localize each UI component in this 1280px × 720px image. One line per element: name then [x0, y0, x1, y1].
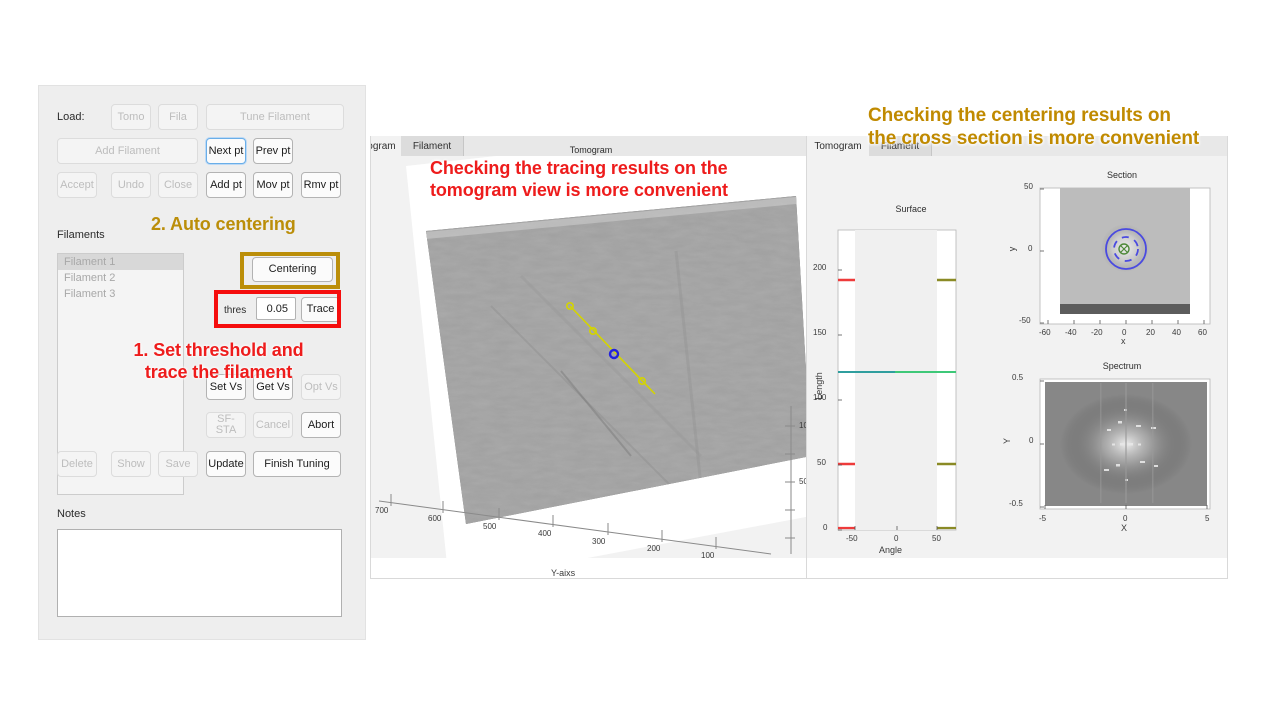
list-item[interactable]: Filament 1	[58, 254, 183, 270]
annotation-step2: 2. Auto centering	[151, 214, 296, 234]
surface-ytick: 150	[813, 328, 827, 337]
section-ytick: -50	[1019, 316, 1031, 325]
surface-xtick: 50	[932, 534, 941, 543]
highlight-box-trace	[214, 290, 341, 328]
tomogram-xtick: 600	[428, 514, 442, 523]
tomogram-xtick: 700	[375, 506, 389, 515]
tomogram-xtick: 200	[647, 544, 661, 553]
spectrum-ytick: -0.5	[1009, 499, 1023, 508]
close-button[interactable]: Close	[158, 172, 198, 198]
spectrum-xtick: -5	[1039, 514, 1047, 523]
surface-ytick: 50	[817, 458, 826, 467]
spectrum-ytick: 0	[1029, 436, 1034, 445]
section-image-footer	[1060, 304, 1190, 314]
section-xtick: 40	[1172, 328, 1181, 337]
analysis-panel: Tomogram Filament Surface 0 50 100 150 2…	[806, 136, 1228, 579]
tomogram-xtick: 500	[483, 522, 497, 531]
tab-tomogram[interactable]: Tomogram	[807, 136, 870, 156]
prev-pt-button[interactable]: Prev pt	[253, 138, 293, 164]
undo-button[interactable]: Undo	[111, 172, 151, 198]
section-xtick: 20	[1146, 328, 1155, 337]
save-button[interactable]: Save	[158, 451, 198, 477]
spectrum-xtick: 5	[1205, 514, 1210, 523]
surface-image	[855, 230, 937, 530]
surface-xtick: 0	[894, 534, 899, 543]
surface-plot[interactable]	[807, 212, 1007, 552]
tomogram-axes: 700 600 500 400 300 200 100 100 50	[371, 136, 811, 578]
filaments-label: Filaments	[57, 229, 105, 241]
section-xtick: 60	[1198, 328, 1207, 337]
section-ytick: 50	[1024, 182, 1033, 191]
accept-button[interactable]: Accept	[57, 172, 97, 198]
spectrum-plot[interactable]	[1012, 369, 1227, 529]
surface-xtick: -50	[846, 534, 858, 543]
add-pt-button[interactable]: Add pt	[206, 172, 246, 198]
analysis-body: Surface 0 50 100 150 200 -50 0 50 Angle …	[807, 156, 1227, 558]
tomogram-xaxis-label: Y-aixs	[551, 568, 576, 578]
show-button[interactable]: Show	[111, 451, 151, 477]
tune-filament-button[interactable]: Tune Filament	[206, 104, 344, 130]
spectrum-ytick: 0.5	[1012, 373, 1024, 382]
section-plot[interactable]	[1012, 178, 1227, 338]
load-label: Load:	[57, 111, 85, 123]
surface-yaxis-label: Length	[814, 372, 824, 400]
surface-ytick: 0	[823, 523, 828, 532]
list-item[interactable]: Filament 3	[58, 286, 183, 302]
section-ytick: 0	[1028, 244, 1033, 253]
section-xaxis-label: x	[1121, 336, 1126, 346]
mov-pt-button[interactable]: Mov pt	[253, 172, 293, 198]
load-tomo-button[interactable]: Tomo	[111, 104, 151, 130]
annotation-centering-note: Checking the centering results on the cr…	[868, 105, 1200, 150]
sf-sta-button[interactable]: SF-STA	[206, 412, 246, 438]
rmv-pt-button[interactable]: Rmv pt	[301, 172, 341, 198]
tomogram-xtick: 100	[701, 551, 715, 560]
notes-input[interactable]	[57, 529, 342, 617]
tomogram-panel: Tomogram Filament	[370, 136, 812, 579]
list-item[interactable]: Filament 2	[58, 270, 183, 286]
tomogram-xtick: 400	[538, 529, 552, 538]
annotation-tomogram-note: Checking the tracing results on the tomo…	[430, 158, 728, 200]
tomogram-xtick: 300	[592, 537, 606, 546]
spectrum-xaxis-label: X	[1121, 523, 1128, 533]
surface-xaxis-label: Angle	[879, 545, 903, 555]
spectrum-yaxis-label: Y	[1002, 438, 1012, 445]
cancel-button[interactable]: Cancel	[253, 412, 293, 438]
delete-button[interactable]: Delete	[57, 451, 97, 477]
finish-tuning-button[interactable]: Finish Tuning	[253, 451, 341, 477]
abort-button[interactable]: Abort	[301, 412, 341, 438]
surface-ytick: 200	[813, 263, 827, 272]
spectrum-xtick: 0	[1123, 514, 1128, 523]
tomogram-plot-title: Tomogram	[569, 145, 613, 155]
tomogram-3d-view[interactable]	[371, 136, 811, 578]
spectrum-image	[1045, 382, 1207, 506]
section-xtick: -40	[1065, 328, 1077, 337]
next-pt-button[interactable]: Next pt	[206, 138, 246, 164]
update-button[interactable]: Update	[206, 451, 246, 477]
annotation-step1: 1. Set threshold and trace the filament	[133, 340, 304, 382]
load-fila-button[interactable]: Fila	[158, 104, 198, 130]
add-filament-button[interactable]: Add Filament	[57, 138, 198, 164]
section-xtick: -60	[1039, 328, 1051, 337]
highlight-box-centering	[240, 252, 340, 289]
section-yaxis-label: y	[1007, 246, 1017, 252]
notes-label: Notes	[57, 508, 86, 520]
section-xtick: -20	[1091, 328, 1103, 337]
